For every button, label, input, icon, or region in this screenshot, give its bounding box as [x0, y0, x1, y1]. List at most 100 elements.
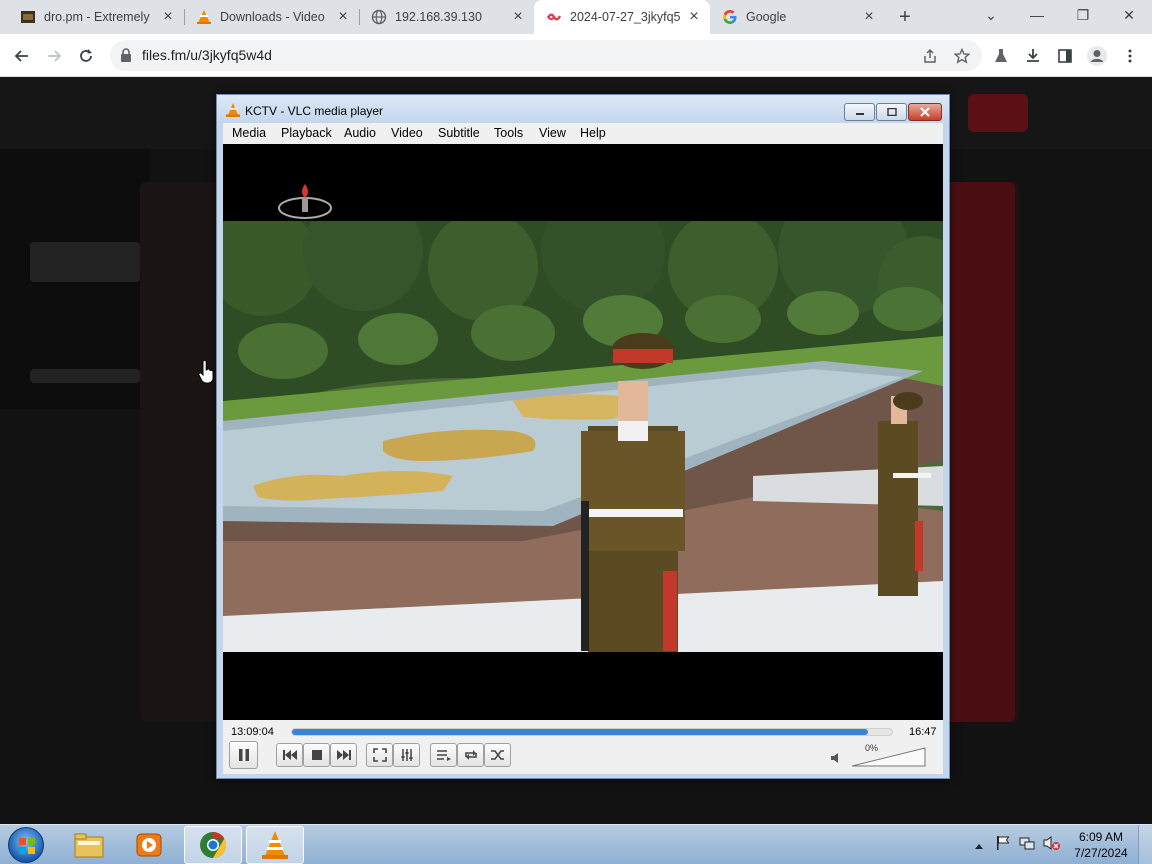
pause-icon	[238, 749, 249, 761]
video-display[interactable]	[223, 144, 943, 720]
show-hidden-icons-arrow[interactable]	[974, 838, 984, 853]
taskbar-chrome[interactable]	[184, 826, 242, 864]
minimize-button[interactable]: —	[1019, 4, 1055, 28]
close-icon	[920, 107, 930, 117]
dro-favicon	[20, 9, 36, 25]
stop-icon	[311, 750, 322, 760]
tab-filesfm-active[interactable]: 2024-07-27_3jkyfq5 ×	[534, 0, 710, 34]
forward-button[interactable]	[40, 42, 68, 70]
vlc-window: KCTV - VLC media player Media Playback A…	[216, 94, 950, 779]
browser-toolbar: files.fm/u/3jkyfq5w4d	[0, 34, 1152, 77]
taskbar-media-player[interactable]	[120, 826, 178, 864]
vlc-minimize-button[interactable]	[844, 103, 875, 121]
shuffle-button[interactable]	[484, 743, 511, 767]
clock-date: 7/27/2024	[1074, 846, 1128, 860]
vlc-cone-icon	[226, 103, 240, 117]
page-header-button	[968, 94, 1028, 132]
bookmark-star-icon[interactable]	[950, 44, 974, 68]
tab-close-icon[interactable]: ×	[510, 9, 526, 25]
lock-icon	[121, 48, 131, 62]
pause-button[interactable]	[229, 741, 258, 769]
next-icon	[336, 750, 351, 760]
remaining-time[interactable]: 16:47	[909, 726, 937, 738]
google-icon	[722, 9, 738, 25]
playlist-icon	[436, 750, 451, 761]
windows-taskbar: 6:09 AM 7/27/2024	[0, 824, 1152, 864]
vlc-controls: 13:09:04 16:47 0%	[223, 720, 943, 774]
loop-icon	[464, 750, 477, 760]
address-bar[interactable]: files.fm/u/3jkyfq5w4d	[110, 40, 982, 71]
extensions-flask-icon[interactable]	[987, 42, 1015, 70]
page-blurred-title	[30, 242, 140, 282]
chrome-menu-icon[interactable]	[1116, 42, 1144, 70]
desktop: dro.pm - Extremely × Downloads - Video ×…	[0, 0, 1152, 864]
channel-logo-icon	[278, 184, 332, 219]
back-button[interactable]	[8, 42, 36, 70]
vlc-cone-icon	[196, 9, 212, 25]
downloads-icon[interactable]	[1019, 42, 1047, 70]
volume-muted-icon[interactable]	[1043, 835, 1061, 854]
new-tab-button[interactable]: +	[894, 7, 916, 29]
fullscreen-button[interactable]	[366, 743, 393, 767]
menu-view[interactable]: View	[539, 126, 566, 140]
vlc-maximize-button[interactable]	[876, 103, 907, 121]
vlc-titlebar[interactable]: KCTV - VLC media player	[217, 95, 949, 123]
reload-icon	[80, 49, 92, 62]
menu-help[interactable]: Help	[580, 126, 606, 140]
forward-arrow-icon	[48, 50, 62, 62]
tab-close-icon[interactable]: ×	[861, 9, 877, 25]
menu-playback[interactable]: Playback	[281, 126, 332, 140]
globe-icon	[371, 9, 387, 25]
tab-ip-address[interactable]: 192.168.39.130 ×	[359, 0, 534, 34]
profile-avatar-icon[interactable]	[1083, 42, 1111, 70]
tab-dro-pm[interactable]: dro.pm - Extremely ×	[8, 0, 184, 34]
hand-cursor-icon	[198, 361, 214, 384]
tab-close-icon[interactable]: ×	[686, 9, 702, 25]
close-window-button[interactable]: ✕	[1111, 4, 1147, 28]
extended-settings-button[interactable]	[393, 743, 420, 767]
tab-title: Google	[746, 10, 787, 24]
chrome-icon	[200, 831, 227, 859]
filesfm-icon	[546, 9, 562, 25]
share-icon[interactable]	[918, 44, 942, 68]
previous-icon	[282, 750, 297, 760]
playlist-button[interactable]	[430, 743, 457, 767]
side-panel-icon[interactable]	[1051, 42, 1079, 70]
tab-close-icon[interactable]: ×	[160, 9, 176, 25]
seek-bar[interactable]	[291, 728, 893, 736]
vlc-menubar: Media Playback Audio Video Subtitle Tool…	[223, 123, 943, 144]
tab-title: 192.168.39.130	[395, 10, 482, 24]
vlc-close-button[interactable]	[908, 103, 942, 121]
taskbar-vlc[interactable]	[246, 826, 304, 864]
tab-search-button[interactable]: ⌄	[973, 4, 1009, 28]
mute-speaker-icon[interactable]	[830, 752, 842, 767]
windows-logo-icon	[19, 838, 35, 854]
network-icon[interactable]	[1019, 835, 1035, 854]
loop-button[interactable]	[457, 743, 484, 767]
reload-button[interactable]	[72, 42, 100, 70]
tab-downloads-video[interactable]: Downloads - Video ×	[184, 0, 359, 34]
show-desktop-button[interactable]	[1138, 825, 1152, 864]
media-player-icon	[136, 833, 162, 857]
menu-media[interactable]: Media	[232, 126, 266, 140]
stop-button[interactable]	[303, 743, 330, 767]
restore-button[interactable]: ❐	[1065, 4, 1101, 28]
tab-close-icon[interactable]: ×	[335, 9, 351, 25]
folder-icon	[74, 833, 104, 858]
elapsed-time: 13:09:04	[231, 726, 274, 738]
start-button[interactable]	[8, 827, 44, 863]
action-center-flag-icon[interactable]	[995, 835, 1011, 854]
menu-video[interactable]: Video	[391, 126, 423, 140]
tab-google[interactable]: Google ×	[710, 0, 885, 34]
page-blurred-text	[30, 369, 140, 383]
previous-button[interactable]	[276, 743, 303, 767]
menu-audio[interactable]: Audio	[344, 126, 376, 140]
menu-subtitle[interactable]: Subtitle	[438, 126, 480, 140]
system-clock[interactable]: 6:09 AM 7/27/2024	[1068, 829, 1134, 861]
taskbar-explorer[interactable]	[60, 826, 118, 864]
shuffle-icon	[490, 750, 504, 760]
volume-slider[interactable]	[851, 746, 927, 768]
next-button[interactable]	[330, 743, 357, 767]
menu-tools[interactable]: Tools	[494, 126, 523, 140]
browser-tab-strip: dro.pm - Extremely × Downloads - Video ×…	[0, 0, 1152, 34]
